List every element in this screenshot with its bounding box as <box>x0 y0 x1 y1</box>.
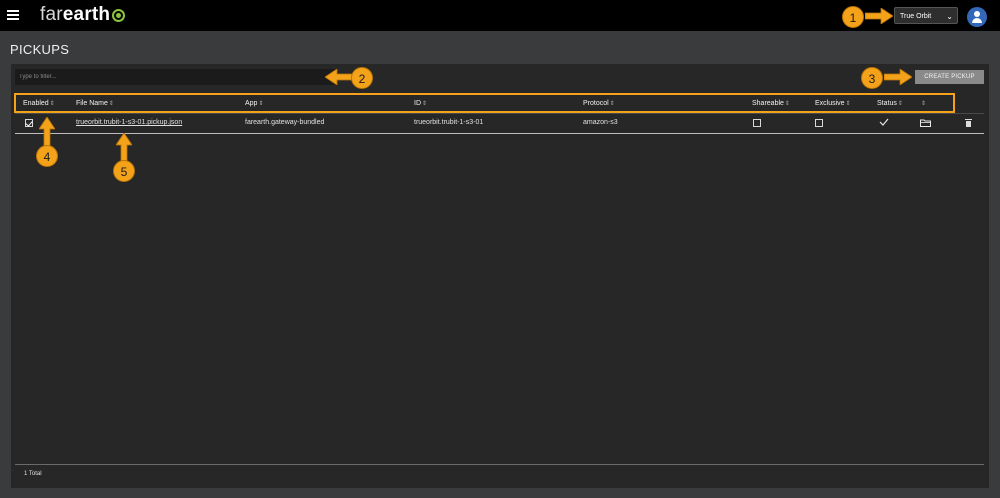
page-title: PICKUPS <box>10 42 70 57</box>
app-cell: farearth.gateway-bundled <box>245 119 325 126</box>
arrow-right-icon <box>325 69 353 85</box>
annotation-badge-5: 5 <box>113 160 135 182</box>
arrow-up-icon <box>39 117 55 147</box>
annotation-badge-4: 4 <box>36 145 58 167</box>
shareable-checkbox[interactable] <box>753 119 761 127</box>
annotation-badge-3: 3 <box>861 67 883 89</box>
arrow-left-icon <box>865 8 893 24</box>
user-avatar-icon[interactable] <box>967 7 987 27</box>
arrow-up-icon <box>116 133 132 161</box>
filter-input[interactable] <box>15 69 337 85</box>
footer-divider <box>15 464 984 465</box>
status-check-icon <box>879 118 889 126</box>
annotation-badge-2: 2 <box>351 67 373 89</box>
logo-mark-icon <box>112 9 126 22</box>
arrow-left-icon <box>884 69 912 85</box>
hamburger-menu-icon[interactable] <box>7 10 19 20</box>
folder-open-icon[interactable] <box>920 119 931 127</box>
farearth-logo: farearth <box>40 4 126 26</box>
table-header-highlight <box>14 93 955 113</box>
create-pickup-button[interactable]: CREATE PICKUP <box>915 70 984 84</box>
total-count: 1 Total <box>24 471 42 477</box>
organization-select[interactable]: True Orbit ⌄ <box>894 7 958 24</box>
delete-trash-icon[interactable] <box>965 119 972 128</box>
header-divider <box>15 113 984 114</box>
protocol-cell: amazon-s3 <box>583 119 618 126</box>
chevron-down-icon: ⌄ <box>946 12 953 21</box>
file-name-link[interactable]: trueorbit.trubit-1-s3-01.pickup.json <box>76 119 182 126</box>
row-divider <box>15 133 984 134</box>
annotation-badge-1: 1 <box>842 6 864 28</box>
enabled-checkbox[interactable] <box>25 119 33 127</box>
organization-select-value: True Orbit <box>900 13 932 20</box>
id-cell: trueorbit.trubit-1-s3-01 <box>414 119 484 126</box>
exclusive-checkbox[interactable] <box>815 119 823 127</box>
